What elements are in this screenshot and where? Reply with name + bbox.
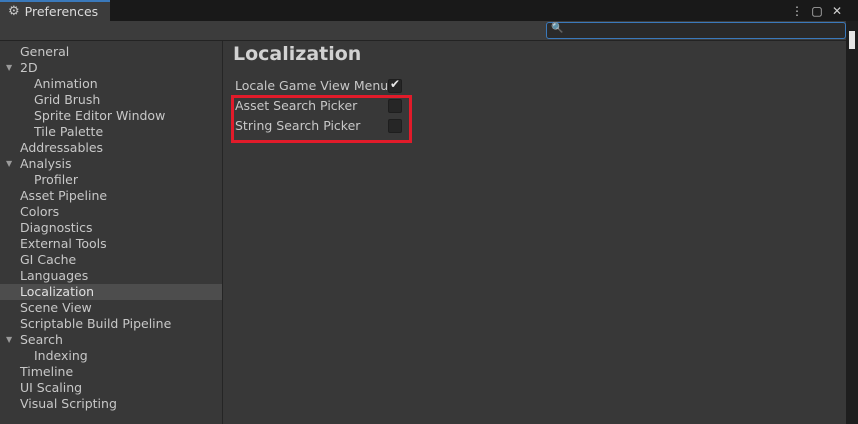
sidebar-item-label: Analysis xyxy=(20,156,72,171)
tab-title: Preferences xyxy=(24,4,99,19)
sidebar-item-label: GI Cache xyxy=(20,252,77,267)
sidebar-item-scriptable-build-pipeline[interactable]: Scriptable Build Pipeline xyxy=(0,316,222,332)
sidebar-item-label: Sprite Editor Window xyxy=(34,108,166,123)
toolbar: 🔍 xyxy=(0,21,846,41)
more-icon[interactable]: ⋮ xyxy=(790,4,804,18)
expand-arrow-icon[interactable]: ▼ xyxy=(6,156,12,172)
sidebar-item-label: Colors xyxy=(20,204,60,219)
sidebar-item-visual-scripting[interactable]: Visual Scripting xyxy=(0,396,222,412)
sidebar-item-label: Localization xyxy=(20,284,95,299)
sidebar-item-gi-cache[interactable]: GI Cache xyxy=(0,252,222,268)
setting-row-locale-game-view-menu[interactable]: Locale Game View Menu xyxy=(235,77,388,95)
sidebar-item-ui-scaling[interactable]: UI Scaling xyxy=(0,380,222,396)
sidebar-item-scene-view[interactable]: Scene View xyxy=(0,300,222,316)
sidebar-item-label: External Tools xyxy=(20,236,107,251)
sidebar-item-tile-palette[interactable]: Tile Palette xyxy=(0,124,222,140)
expand-arrow-icon[interactable]: ▼ xyxy=(6,332,12,348)
close-icon[interactable]: ✕ xyxy=(830,4,844,18)
sidebar-item-label: Animation xyxy=(34,76,98,91)
checkmark-icon: ✔ xyxy=(390,77,401,91)
sidebar-item-label: Visual Scripting xyxy=(20,396,117,411)
search-icon: 🔍 xyxy=(551,23,564,34)
sidebar-item-colors[interactable]: Colors xyxy=(0,204,222,220)
sidebar-item-label: Diagnostics xyxy=(20,220,93,235)
sidebar-item-grid-brush[interactable]: Grid Brush xyxy=(0,92,222,108)
sidebar: General ▼ 2D Animation Grid Brush Sprite Edit… xyxy=(0,41,223,424)
sidebar-item-label: Profiler xyxy=(34,172,79,187)
window-controls: ⋮ ▢ ✕ xyxy=(790,0,844,21)
sidebar-item-label: Grid Brush xyxy=(34,92,101,107)
sidebar-item-label: Languages xyxy=(20,268,89,283)
sidebar-item-label: Scene View xyxy=(20,300,92,315)
expand-arrow-icon[interactable]: ▼ xyxy=(6,60,12,76)
sidebar-item-label: UI Scaling xyxy=(20,380,83,395)
scrollbar[interactable] xyxy=(846,21,858,424)
sidebar-item-timeline[interactable]: Timeline xyxy=(0,364,222,380)
highlight-box xyxy=(231,95,412,143)
sidebar-item-label: Timeline xyxy=(20,364,74,379)
gear-icon: ⚙ xyxy=(8,4,20,19)
maximize-icon[interactable]: ▢ xyxy=(810,4,824,18)
locale-game-view-menu-checkbox[interactable]: ✔ xyxy=(388,77,402,93)
sidebar-item-languages[interactable]: Languages xyxy=(0,268,222,284)
sidebar-item-analysis[interactable]: ▼ Analysis xyxy=(0,156,222,172)
sidebar-item-general[interactable]: General xyxy=(0,44,222,60)
sidebar-item-sprite-editor-window[interactable]: Sprite Editor Window xyxy=(0,108,222,124)
sidebar-item-external-tools[interactable]: External Tools xyxy=(0,236,222,252)
sidebar-item-addressables[interactable]: Addressables xyxy=(0,140,222,156)
setting-label: Locale Game View Menu xyxy=(235,78,389,93)
sidebar-item-animation[interactable]: Animation xyxy=(0,76,222,92)
sidebar-item-indexing[interactable]: Indexing xyxy=(0,348,222,364)
title-bar: ⚙ Preferences ⋮ ▢ ✕ xyxy=(0,0,858,22)
sidebar-item-label: 2D xyxy=(20,60,38,75)
sidebar-item-profiler[interactable]: Profiler xyxy=(0,172,222,188)
tab-preferences[interactable]: ⚙ Preferences xyxy=(0,0,110,21)
scrollbar-thumb[interactable] xyxy=(849,31,855,49)
sidebar-item-label: Asset Pipeline xyxy=(20,188,108,203)
search-input[interactable]: 🔍 xyxy=(546,22,846,39)
sidebar-item-asset-pipeline[interactable]: Asset Pipeline xyxy=(0,188,222,204)
sidebar-item-label: General xyxy=(20,44,70,59)
sidebar-item-label: Indexing xyxy=(34,348,88,363)
sidebar-item-label: Tile Palette xyxy=(34,124,104,139)
sidebar-item-label: Search xyxy=(20,332,63,347)
sidebar-item-2d[interactable]: ▼ 2D xyxy=(0,60,222,76)
sidebar-item-localization[interactable]: Localization xyxy=(0,284,222,300)
sidebar-item-diagnostics[interactable]: Diagnostics xyxy=(0,220,222,236)
sidebar-item-label: Addressables xyxy=(20,140,104,155)
page-title: Localization xyxy=(233,43,362,65)
sidebar-item-label: Scriptable Build Pipeline xyxy=(20,316,172,331)
sidebar-item-search[interactable]: ▼ Search xyxy=(0,332,222,348)
